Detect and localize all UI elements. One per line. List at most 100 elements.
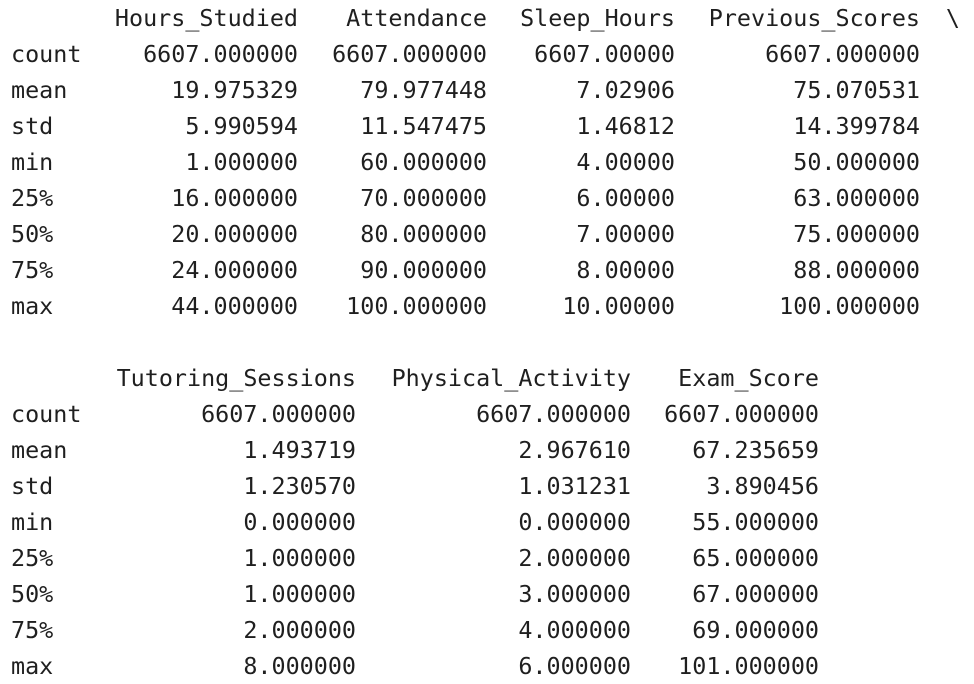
column-header: Attendance [346, 4, 487, 32]
cell: 24.000000 [171, 256, 298, 284]
cell: 101.000000 [678, 652, 819, 680]
row-index: count [11, 400, 82, 428]
describe-block-2: Tutoring_Sessions Physical_Activity Exam_S… [11, 360, 960, 684]
cell: 75.000000 [793, 220, 920, 248]
cell: 67.235659 [692, 436, 819, 464]
cell: 19.975329 [171, 76, 298, 104]
table-row: count 6607.000000 6607.000000 6607.000000 [11, 396, 960, 432]
line-continuation-marker: \ [945, 4, 960, 32]
cell: 67.000000 [692, 580, 819, 608]
cell: 100.000000 [346, 292, 487, 320]
cell: 80.000000 [360, 220, 487, 248]
cell: 88.000000 [793, 256, 920, 284]
table-row: min 0.000000 0.000000 55.000000 [11, 504, 960, 540]
cell: 1.46812 [576, 112, 675, 140]
cell: 2.000000 [518, 544, 631, 572]
cell: 6607.000000 [332, 40, 487, 68]
column-header: Previous_Scores [708, 4, 920, 32]
table-row: mean 1.493719 2.967610 67.235659 [11, 432, 960, 468]
cell: 3.000000 [518, 580, 631, 608]
row-index: min [11, 148, 54, 176]
cell: 4.00000 [576, 148, 675, 176]
table-row: count 6607.000000 6607.000000 6607.00000 660… [11, 36, 960, 72]
cell: 69.000000 [692, 616, 819, 644]
cell: 8.00000 [576, 256, 675, 284]
cell: 2.967610 [518, 436, 631, 464]
cell: 79.977448 [360, 76, 487, 104]
row-index: max [11, 292, 54, 320]
cell: 14.399784 [793, 112, 920, 140]
row-index: std [11, 112, 54, 140]
row-index: 50% [11, 220, 54, 248]
cell: 6.000000 [518, 652, 631, 680]
cell: 100.000000 [779, 292, 920, 320]
table-row: std 5.990594 11.547475 1.46812 14.399784 [11, 108, 960, 144]
cell: 6.00000 [576, 184, 675, 212]
cell: 70.000000 [360, 184, 487, 212]
row-index: 75% [11, 256, 54, 284]
cell: 75.070531 [793, 76, 920, 104]
table-row: max 44.000000 100.000000 10.00000 100.000000 [11, 288, 960, 324]
row-index: 25% [11, 544, 54, 572]
row-index: max [11, 652, 54, 680]
table-row: mean 19.975329 79.977448 7.02906 75.070531 [11, 72, 960, 108]
table-row: 75% 2.000000 4.000000 69.000000 [11, 612, 960, 648]
row-index: count [11, 40, 82, 68]
cell: 55.000000 [692, 508, 819, 536]
cell: 1.000000 [243, 580, 356, 608]
cell: 1.000000 [185, 148, 298, 176]
cell: 7.00000 [576, 220, 675, 248]
table-row: 50% 20.000000 80.000000 7.00000 75.000000 [11, 216, 960, 252]
cell: 1.000000 [243, 544, 356, 572]
cell: 1.493719 [243, 436, 356, 464]
row-index: 25% [11, 184, 54, 212]
cell: 0.000000 [243, 508, 356, 536]
cell: 16.000000 [171, 184, 298, 212]
cell: 44.000000 [171, 292, 298, 320]
row-index: 50% [11, 580, 54, 608]
column-header: Physical_Activity [391, 364, 631, 392]
cell: 6607.000000 [201, 400, 356, 428]
table-row: max 8.000000 6.000000 101.000000 [11, 648, 960, 684]
cell: 6607.000000 [664, 400, 819, 428]
column-header: Exam_Score [678, 364, 819, 392]
cell: 5.990594 [185, 112, 298, 140]
cell: 2.000000 [243, 616, 356, 644]
table-row: 25% 16.000000 70.000000 6.00000 63.000000 [11, 180, 960, 216]
cell: 6607.000000 [476, 400, 631, 428]
cell: 11.547475 [360, 112, 487, 140]
cell: 8.000000 [243, 652, 356, 680]
row-index: std [11, 472, 54, 500]
cell: 7.02906 [576, 76, 675, 104]
cell: 6607.000000 [765, 40, 920, 68]
describe-output: Hours_Studied Attendance Sleep_Hours Previo… [11, 0, 960, 684]
table-row: min 1.000000 60.000000 4.00000 50.000000 [11, 144, 960, 180]
cell: 10.00000 [562, 292, 675, 320]
cell: 65.000000 [692, 544, 819, 572]
header-row: Hours_Studied Attendance Sleep_Hours Previo… [11, 0, 960, 36]
cell: 1.230570 [243, 472, 356, 500]
cell: 0.000000 [518, 508, 631, 536]
table-row: 25% 1.000000 2.000000 65.000000 [11, 540, 960, 576]
row-index: min [11, 508, 54, 536]
table-row: 75% 24.000000 90.000000 8.00000 88.000000 [11, 252, 960, 288]
column-header: Sleep_Hours [520, 4, 675, 32]
header-row: Tutoring_Sessions Physical_Activity Exam_S… [11, 360, 960, 396]
column-header: Hours_Studied [114, 4, 298, 32]
cell: 20.000000 [171, 220, 298, 248]
table-row: 50% 1.000000 3.000000 67.000000 [11, 576, 960, 612]
cell: 4.000000 [518, 616, 631, 644]
cell: 60.000000 [360, 148, 487, 176]
block-separator [11, 324, 960, 360]
cell: 90.000000 [360, 256, 487, 284]
row-index: mean [11, 76, 68, 104]
cell: 1.031231 [518, 472, 631, 500]
cell: 3.890456 [706, 472, 819, 500]
row-index: mean [11, 436, 68, 464]
column-header: Tutoring_Sessions [116, 364, 356, 392]
row-index: 75% [11, 616, 54, 644]
describe-block-1: Hours_Studied Attendance Sleep_Hours Previo… [11, 0, 960, 324]
cell: 6607.000000 [143, 40, 298, 68]
cell: 50.000000 [793, 148, 920, 176]
cell: 63.000000 [793, 184, 920, 212]
